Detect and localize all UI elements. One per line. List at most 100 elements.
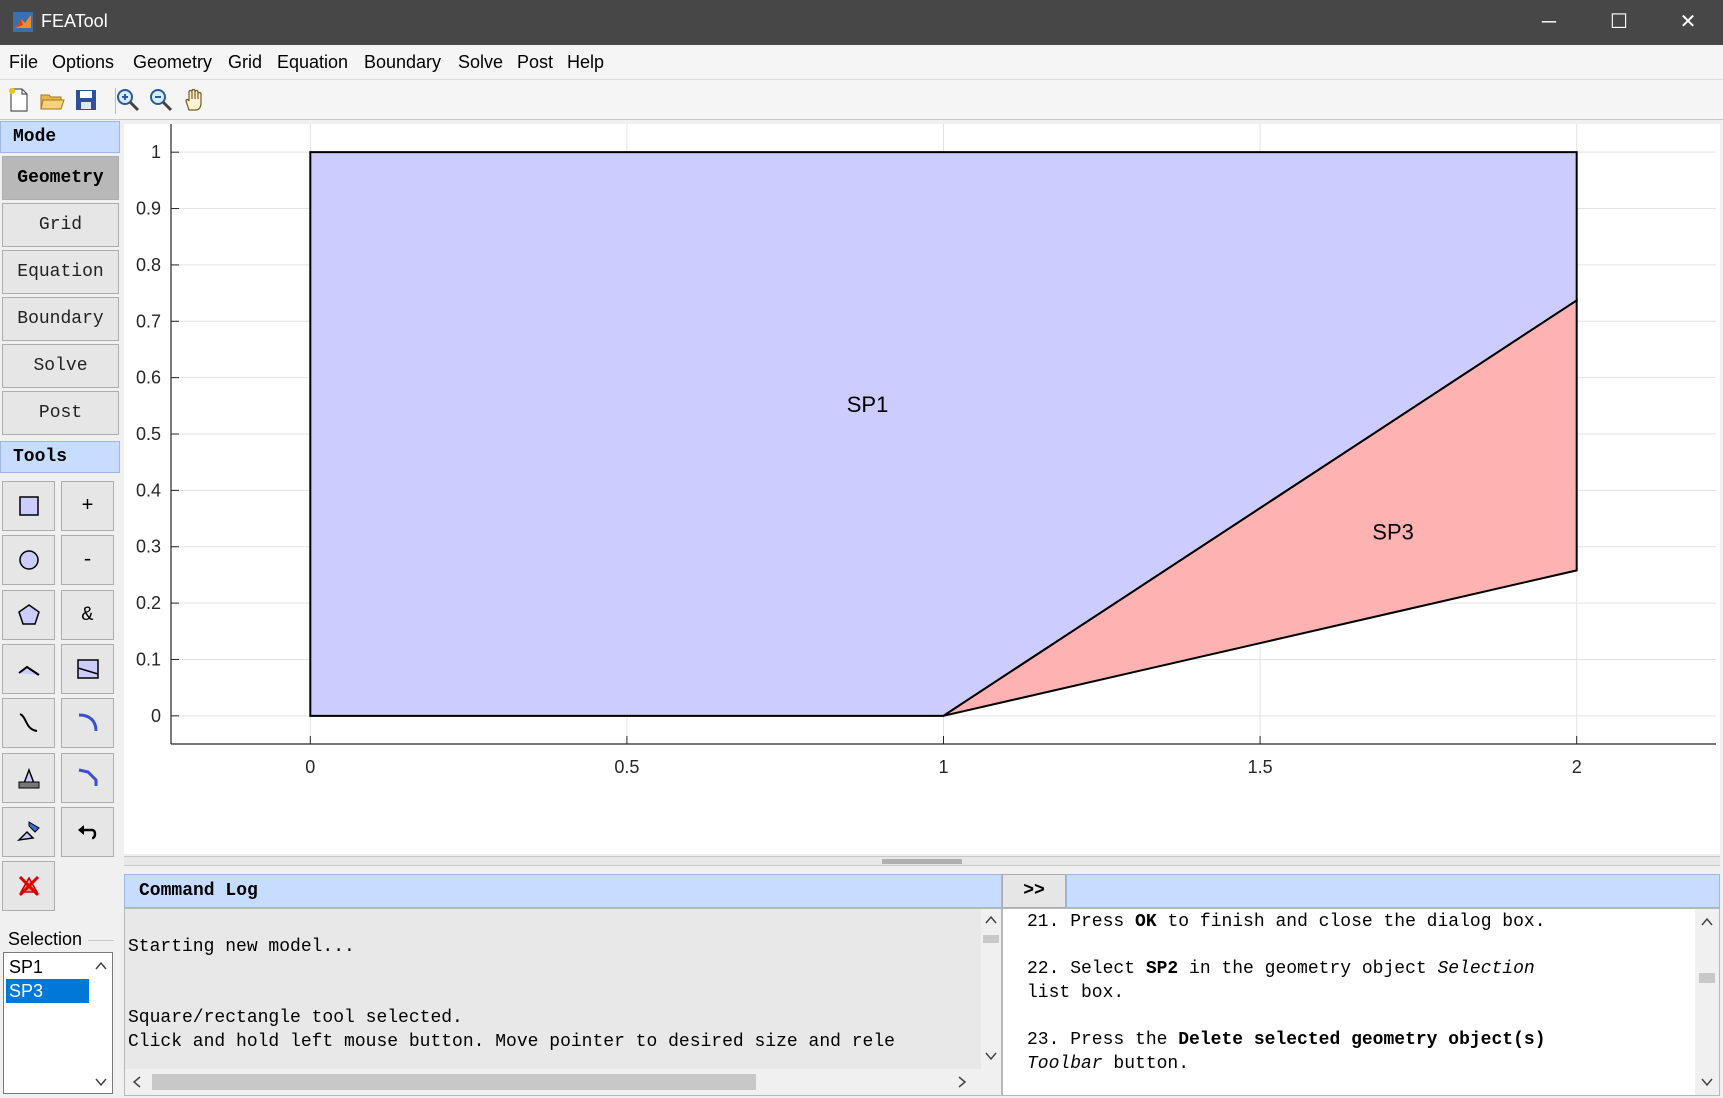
mode-grid-button[interactable]: Grid [2,203,119,247]
rectangle-tool-button[interactable] [2,481,55,531]
command-log[interactable]: Starting new model... Square/rectangle t… [124,908,1002,1096]
split-icon [76,659,99,679]
menu-solve[interactable]: Solve [458,52,503,73]
panel-splitter[interactable] [124,856,1720,866]
title-bar: FEATool ─ ☐ ✕ [0,0,1723,45]
polygon-tool-button[interactable] [2,590,55,640]
scroll-up-icon[interactable] [984,913,998,927]
zoom-out-icon[interactable] [147,86,175,114]
y-tick-label: 0.4 [136,480,161,500]
x-tick-label: 0 [305,757,315,777]
intersect-tool-button[interactable]: & [61,590,114,640]
menu-options[interactable]: Options [52,52,114,73]
union-label: + [81,494,94,518]
geometry-plot[interactable]: SP1 SP3 0 0.5 1 1.5 2 0 0.1 0.2 0.3 0.4 0.5 0.6 0.7 0.… [124,124,1720,854]
tutorial-step-22: 22. Select SP2 in the geometry object Se… [1027,959,1535,979]
selection-listbox[interactable]: SP1 SP3 [3,952,113,1094]
maximize-button[interactable]: ☐ [1584,0,1654,45]
mode-solve-button[interactable]: Solve [2,344,119,388]
scroll-down-icon[interactable] [984,1049,998,1063]
scroll-thumb[interactable] [152,1074,756,1090]
tools-header: Tools [0,441,120,473]
geometry-objects[interactable]: SP1 SP3 [309,151,1578,717]
menu-file[interactable]: File [9,52,38,73]
selection-item-sp1[interactable]: SP1 [6,955,89,979]
chamfer-tool-button[interactable] [61,753,114,803]
y-tick-label: 1 [151,142,161,162]
menu-boundary[interactable]: Boundary [364,52,441,73]
y-tick-label: 0.9 [136,199,161,219]
tutorial-panel[interactable]: 21. Press OK to finish and close the dia… [1002,908,1720,1096]
mode-header: Mode [0,121,120,153]
command-log-header: Command Log [124,874,1002,908]
scroll-down-icon[interactable] [94,1075,108,1089]
mode-geometry-button[interactable]: Geometry [2,156,119,200]
y-tick-label: 0.1 [136,649,161,669]
import-geometry-icon [18,767,39,789]
undo-tool-button[interactable] [61,807,114,857]
scroll-left-icon[interactable] [130,1075,144,1089]
scroll-right-icon[interactable] [955,1075,969,1089]
matlab-logo-icon [13,12,33,32]
log-line: Square/rectangle tool selected. [128,1008,463,1028]
subtract-label: - [81,548,94,572]
tutorial-step-23-cont: Toolbar button. [1027,1054,1190,1074]
select-tool-button[interactable] [2,807,55,857]
selection-divider [88,940,114,941]
mode-equation-button[interactable]: Equation [2,250,119,294]
y-tick-label: 0.3 [136,537,161,557]
scroll-down-icon[interactable] [1700,1075,1714,1089]
expand-log-button[interactable]: >> [1002,874,1066,908]
close-button[interactable]: ✕ [1653,0,1723,45]
fillet-icon [78,713,97,732]
x-tick-label: 1.5 [1248,757,1273,777]
tutorial-step-22-cont: list box. [1027,983,1125,1003]
pan-hand-icon[interactable] [181,86,209,114]
geometry-import-tool-button[interactable] [2,753,55,803]
mode-boundary-button[interactable]: Boundary [2,297,119,341]
union-tool-button[interactable]: + [61,481,114,531]
line-tool-button[interactable] [2,644,55,694]
split-tool-button[interactable] [61,644,114,694]
subtract-tool-button[interactable]: - [61,535,114,585]
scroll-up-icon[interactable] [1700,915,1714,929]
splitter-grip[interactable] [882,859,962,864]
geometry-plot-area[interactable]: SP1 SP3 0 0.5 1 1.5 2 0 0.1 0.2 0.3 0.4 0.5 0.6 0.7 0.… [124,124,1720,854]
y-tick-label: 0.8 [136,255,161,275]
log-vertical-scrollbar[interactable] [981,909,1001,1069]
selection-item-sp3[interactable]: SP3 [6,979,89,1003]
tutorial-step-21: 21. Press OK to finish and close the dia… [1027,912,1546,932]
new-file-icon[interactable] [5,86,33,114]
menu-help[interactable]: Help [567,52,604,73]
scroll-thumb[interactable] [983,935,999,943]
menu-bar: File Options Geometry Grid Equation Boun… [0,45,1723,80]
log-horizontal-scrollbar[interactable] [125,1069,1001,1095]
y-tick-label: 0.6 [136,368,161,388]
y-tick-label: 0.5 [136,424,161,444]
toolbar [0,80,1723,120]
delete-object-button[interactable] [2,861,55,911]
menu-grid[interactable]: Grid [228,52,262,73]
menu-post[interactable]: Post [517,52,553,73]
delete-geometry-icon [18,875,39,897]
circle-tool-button[interactable] [2,535,55,585]
log-line: Starting new model... [128,937,355,957]
open-folder-icon[interactable] [38,86,66,114]
menu-equation[interactable]: Equation [277,52,348,73]
scroll-thumb[interactable] [1699,973,1715,983]
scroll-up-icon[interactable] [94,959,108,973]
save-icon[interactable] [72,86,100,114]
x-tick-label: 1 [938,757,948,777]
tutorial-vertical-scrollbar[interactable] [1695,909,1719,1095]
tutorial-step-23: 23. Press the Delete selected geometry o… [1027,1030,1546,1050]
chamfer-icon [78,768,97,786]
zoom-in-icon[interactable] [114,86,142,114]
rectangle-icon [18,496,39,516]
curve-tool-button[interactable] [2,698,55,748]
window-title: FEATool [41,11,108,31]
mode-post-button[interactable]: Post [2,391,119,435]
minimize-button[interactable]: ─ [1514,0,1584,45]
fillet-tool-button[interactable] [61,698,114,748]
intersect-label: & [81,603,94,627]
menu-geometry[interactable]: Geometry [133,52,212,73]
